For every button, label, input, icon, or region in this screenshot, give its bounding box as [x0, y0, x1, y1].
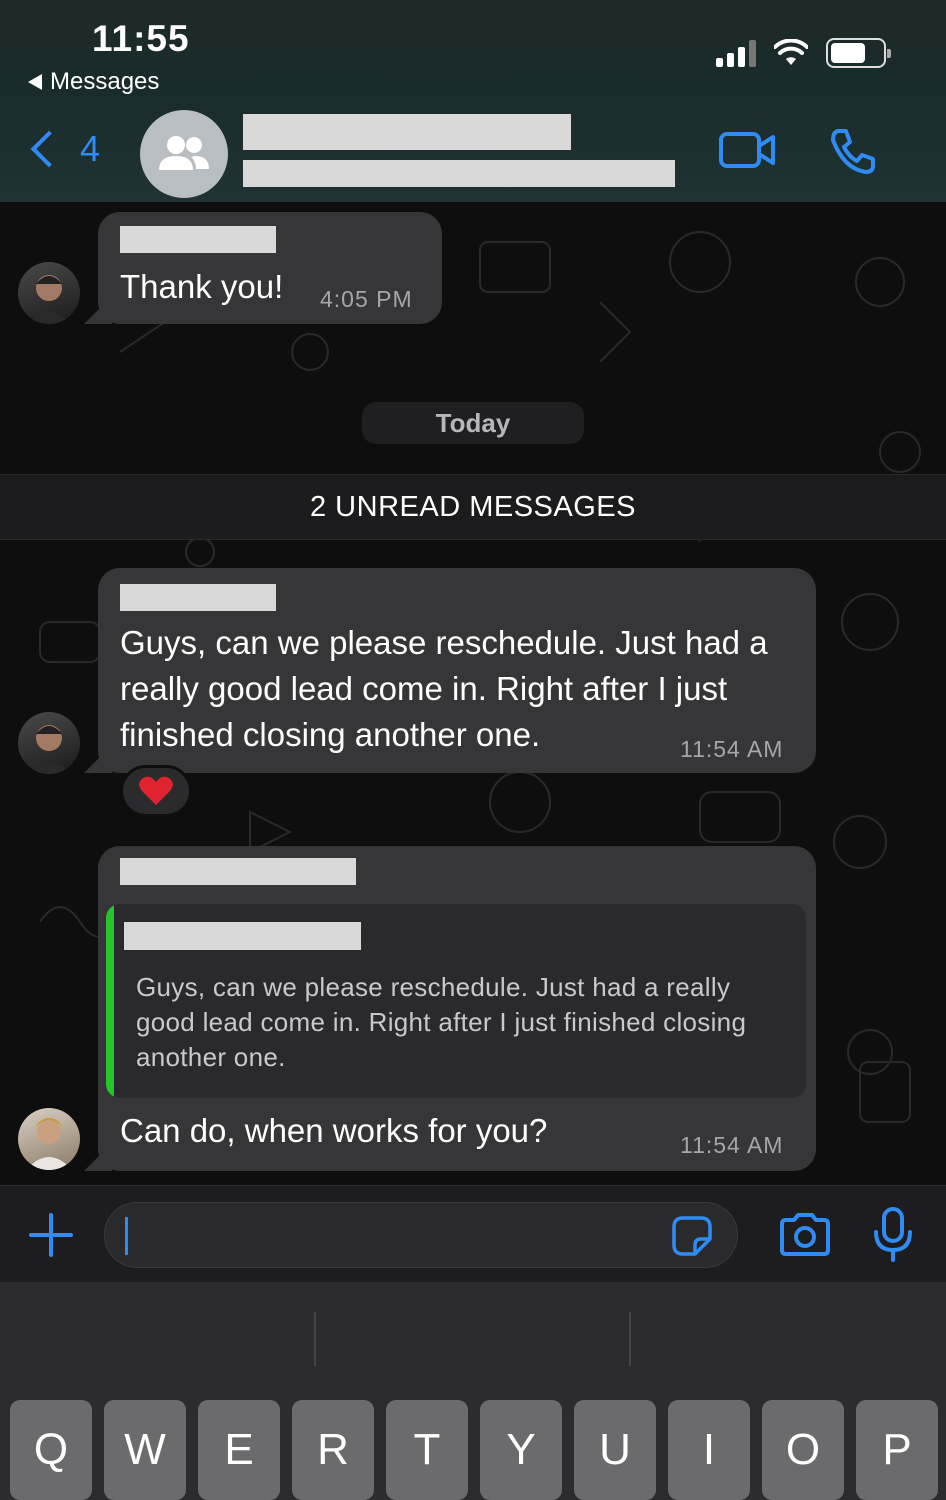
video-call-icon[interactable] [718, 126, 776, 174]
message-text: Can do, when works for you? [120, 1112, 548, 1149]
back-button[interactable]: 4 [26, 128, 100, 170]
key-u[interactable]: U [574, 1400, 656, 1500]
key-w[interactable]: W [104, 1400, 186, 1500]
camera-icon[interactable] [778, 1212, 832, 1258]
text-caret [125, 1217, 128, 1255]
plus-icon[interactable] [28, 1212, 74, 1258]
back-app-label: Messages [50, 68, 160, 95]
message-time: 11:54 AM [680, 736, 784, 762]
sender-avatar[interactable] [18, 712, 80, 774]
back-to-messages-link[interactable]: Messages [28, 68, 159, 96]
wifi-icon [774, 39, 808, 65]
status-time: 11:55 [92, 18, 190, 59]
key-r[interactable]: R [292, 1400, 374, 1500]
quoted-text: Guys, can we please reschedule. Just had… [136, 972, 747, 1072]
cellular-signal-icon [716, 39, 756, 67]
message-time: 11:54 AM [680, 1132, 784, 1158]
chat-header: 11:55 Messages 4 [0, 0, 946, 202]
key-p[interactable]: P [856, 1400, 938, 1500]
sticker-icon[interactable] [671, 1215, 713, 1257]
key-e[interactable]: E [198, 1400, 280, 1500]
key-i[interactable]: I [668, 1400, 750, 1500]
keyboard: Q W E R T Y U I O P [0, 1282, 946, 1500]
date-separator: Today [362, 402, 584, 444]
key-y[interactable]: Y [480, 1400, 562, 1500]
group-avatar[interactable] [140, 110, 228, 198]
sender-name-redacted [120, 858, 356, 885]
person-photo-icon [26, 275, 72, 324]
phone-call-icon[interactable] [828, 126, 878, 176]
quoted-sender-redacted [124, 922, 361, 950]
person-photo-icon [26, 1118, 72, 1170]
suggestion-divider [314, 1312, 316, 1366]
unread-messages-banner: 2 UNREAD MESSAGES [0, 474, 946, 540]
battery-icon [826, 38, 891, 68]
suggestion-divider [629, 1312, 631, 1366]
chevron-left-icon [30, 130, 68, 168]
key-t[interactable]: T [386, 1400, 468, 1500]
chat-area[interactable]: Thank you! 4:05 PM Today 2 UNREAD MESSAG… [0, 202, 946, 1185]
message-input-bar [0, 1185, 946, 1282]
sender-avatar[interactable] [18, 1108, 80, 1170]
group-people-icon [159, 136, 209, 170]
back-triangle-icon [28, 74, 42, 90]
message-input[interactable] [104, 1202, 738, 1268]
group-name-redacted[interactable] [243, 114, 571, 150]
message-text: Thank you! [120, 268, 284, 305]
group-members-redacted[interactable] [243, 160, 675, 187]
unread-count: 4 [80, 128, 101, 169]
status-icons [716, 38, 891, 68]
person-photo-icon [26, 725, 72, 774]
message-bubble[interactable]: Guys, can we please reschedule. Just had… [84, 568, 816, 773]
reaction-badge[interactable] [120, 765, 192, 817]
sender-avatar[interactable] [18, 262, 80, 324]
message-time: 4:05 PM [320, 286, 413, 312]
message-bubble[interactable]: Thank you! 4:05 PM [84, 212, 442, 324]
microphone-icon[interactable] [872, 1206, 914, 1264]
quoted-message[interactable]: Guys, can we please reschedule. Just had… [106, 904, 806, 1098]
sender-name-redacted [120, 584, 276, 611]
key-o[interactable]: O [762, 1400, 844, 1500]
sender-name-redacted [120, 226, 276, 253]
key-q[interactable]: Q [10, 1400, 92, 1500]
heart-icon [139, 776, 173, 805]
quote-accent-bar [106, 904, 114, 1098]
